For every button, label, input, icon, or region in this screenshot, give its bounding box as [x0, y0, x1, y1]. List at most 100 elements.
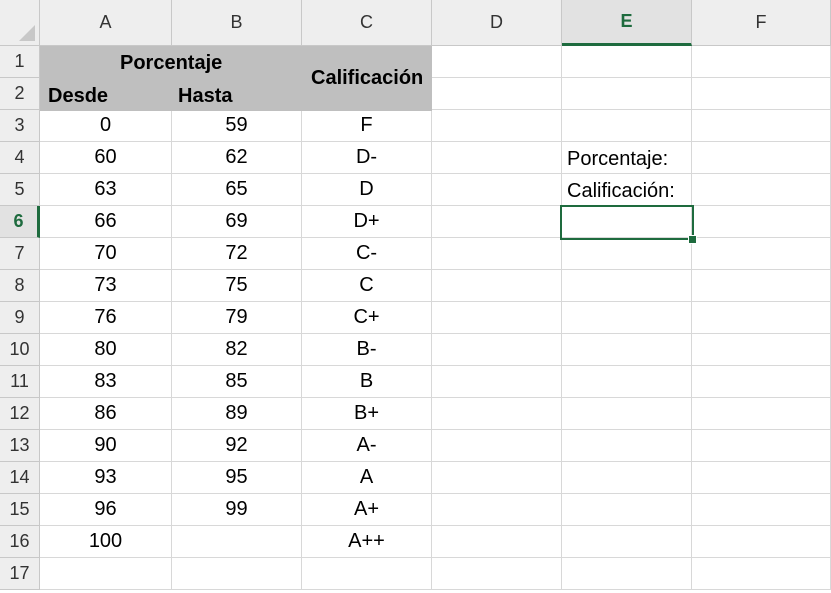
cell-b11[interactable]: 85	[172, 366, 302, 398]
column-header-a[interactable]: A	[40, 0, 172, 46]
cell-e9[interactable]	[562, 302, 692, 334]
row-header-15[interactable]: 15	[0, 494, 40, 526]
cell-e12[interactable]	[562, 398, 692, 430]
cell-f6[interactable]	[692, 206, 831, 238]
cell-a6[interactable]: 66	[40, 206, 172, 238]
cell-d12[interactable]	[432, 398, 562, 430]
cell-f1[interactable]	[692, 46, 831, 78]
row-header-11[interactable]: 11	[0, 366, 40, 398]
cell-b13[interactable]: 92	[172, 430, 302, 462]
cell-f16[interactable]	[692, 526, 831, 558]
cell-e11[interactable]	[562, 366, 692, 398]
column-header-d[interactable]: D	[432, 0, 562, 46]
cell-d9[interactable]	[432, 302, 562, 334]
cell-a5[interactable]: 63	[40, 174, 172, 206]
cell-f11[interactable]	[692, 366, 831, 398]
cell-f3[interactable]	[692, 110, 831, 142]
cell-a17[interactable]	[40, 558, 172, 590]
cell-d1[interactable]	[432, 46, 562, 78]
cell-c13[interactable]: A-	[302, 430, 432, 462]
cell-e3[interactable]	[562, 110, 692, 142]
cell-a15[interactable]: 96	[40, 494, 172, 526]
cell-b8[interactable]: 75	[172, 270, 302, 302]
cell-b17[interactable]	[172, 558, 302, 590]
header-calificacion[interactable]: Calificación	[311, 67, 423, 90]
cell-b6[interactable]: 69	[172, 206, 302, 238]
row-header-2[interactable]: 2	[0, 78, 40, 110]
cell-d15[interactable]	[432, 494, 562, 526]
cell-c7[interactable]: C-	[302, 238, 432, 270]
cell-e17[interactable]	[562, 558, 692, 590]
cell-f13[interactable]	[692, 430, 831, 462]
row-header-4[interactable]: 4	[0, 142, 40, 174]
cell-b15[interactable]: 99	[172, 494, 302, 526]
cell-c8[interactable]: C	[302, 270, 432, 302]
cell-a13[interactable]: 90	[40, 430, 172, 462]
fill-handle[interactable]	[688, 235, 697, 244]
cell-c11[interactable]: B	[302, 366, 432, 398]
row-header-3[interactable]: 3	[0, 110, 40, 142]
cell-c14[interactable]: A	[302, 462, 432, 494]
cell-f15[interactable]	[692, 494, 831, 526]
cell-b9[interactable]: 79	[172, 302, 302, 334]
cell-f4[interactable]	[692, 142, 831, 174]
cell-f9[interactable]	[692, 302, 831, 334]
cell-c5[interactable]: D	[302, 174, 432, 206]
cell-d10[interactable]	[432, 334, 562, 366]
cell-c3[interactable]: F	[302, 110, 432, 142]
cell-a4[interactable]: 60	[40, 142, 172, 174]
active-cell-e6[interactable]	[560, 205, 694, 240]
cell-b4[interactable]: 62	[172, 142, 302, 174]
row-header-5[interactable]: 5	[0, 174, 40, 206]
cell-c4[interactable]: D-	[302, 142, 432, 174]
cell-d11[interactable]	[432, 366, 562, 398]
column-header-b[interactable]: B	[172, 0, 302, 46]
column-header-e[interactable]: E	[562, 0, 692, 46]
cell-b3[interactable]: 59	[172, 110, 302, 142]
row-header-9[interactable]: 9	[0, 302, 40, 334]
cell-c15[interactable]: A+	[302, 494, 432, 526]
row-header-14[interactable]: 14	[0, 462, 40, 494]
row-header-6[interactable]: 6	[0, 206, 40, 238]
header-hasta[interactable]: Hasta	[178, 85, 232, 108]
cell-a16[interactable]: 100	[40, 526, 172, 558]
row-header-12[interactable]: 12	[0, 398, 40, 430]
cell-d5[interactable]	[432, 174, 562, 206]
row-header-1[interactable]: 1	[0, 46, 40, 78]
select-all-corner[interactable]	[0, 0, 40, 46]
calificacion-label[interactable]: Calificación:	[567, 180, 675, 203]
cell-e10[interactable]	[562, 334, 692, 366]
cell-d6[interactable]	[432, 206, 562, 238]
cell-d17[interactable]	[432, 558, 562, 590]
cell-b14[interactable]: 95	[172, 462, 302, 494]
header-porcentaje[interactable]: Porcentaje	[120, 52, 222, 75]
column-header-f[interactable]: F	[692, 0, 831, 46]
cell-d4[interactable]	[432, 142, 562, 174]
cell-d8[interactable]	[432, 270, 562, 302]
cell-d7[interactable]	[432, 238, 562, 270]
cell-a10[interactable]: 80	[40, 334, 172, 366]
cell-b12[interactable]: 89	[172, 398, 302, 430]
cell-f10[interactable]	[692, 334, 831, 366]
cell-b5[interactable]: 65	[172, 174, 302, 206]
cell-d3[interactable]	[432, 110, 562, 142]
cell-e7[interactable]	[562, 238, 692, 270]
cell-a9[interactable]: 76	[40, 302, 172, 334]
cell-d2[interactable]	[432, 78, 562, 110]
row-header-16[interactable]: 16	[0, 526, 40, 558]
cell-f5[interactable]	[692, 174, 831, 206]
cell-e15[interactable]	[562, 494, 692, 526]
cell-c12[interactable]: B+	[302, 398, 432, 430]
row-header-10[interactable]: 10	[0, 334, 40, 366]
cell-f7[interactable]	[692, 238, 831, 270]
cell-f14[interactable]	[692, 462, 831, 494]
row-header-7[interactable]: 7	[0, 238, 40, 270]
row-header-8[interactable]: 8	[0, 270, 40, 302]
cell-c17[interactable]	[302, 558, 432, 590]
cell-e13[interactable]	[562, 430, 692, 462]
cell-c16[interactable]: A++	[302, 526, 432, 558]
cell-a7[interactable]: 70	[40, 238, 172, 270]
cell-e14[interactable]	[562, 462, 692, 494]
cell-a14[interactable]: 93	[40, 462, 172, 494]
cell-a11[interactable]: 83	[40, 366, 172, 398]
